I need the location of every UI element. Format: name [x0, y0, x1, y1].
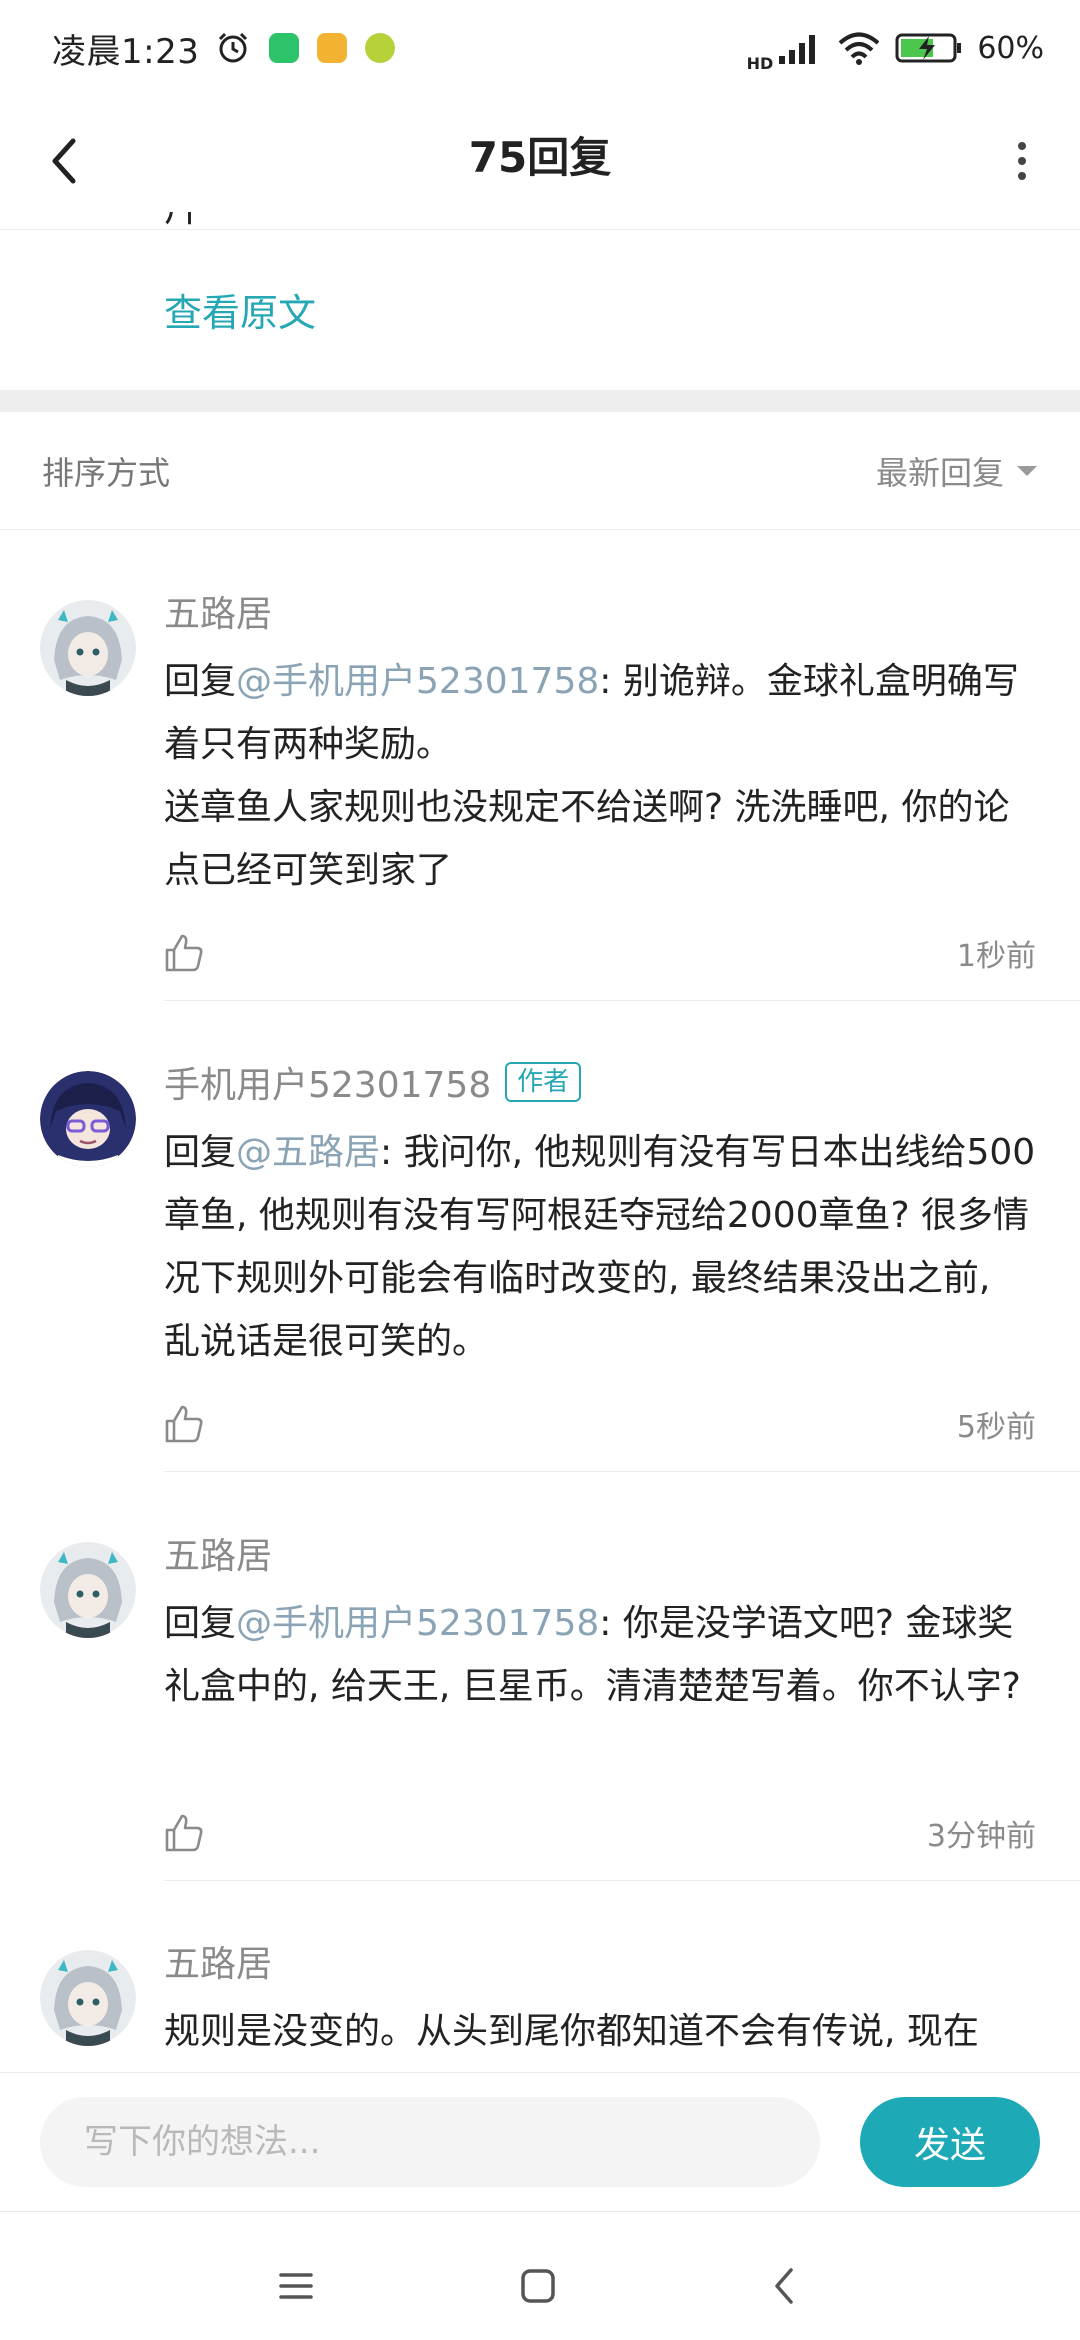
status-time: 凌晨1:23: [52, 31, 200, 72]
system-nav-bar: [0, 2212, 1080, 2340]
comment-text: 规则是没变的。从头到尾你都知道不会有传说, 现在: [164, 2011, 979, 2052]
comment-text: 回复@手机用户52301758: 别诡辩。金球礼盒明确写着只有两种奖励。 送章鱼…: [164, 661, 1019, 891]
comment-text: 回复@五路居: 我问你, 他规则有没有写日本出线给500章鱼, 他规则有没有写阿…: [164, 1132, 1036, 1362]
page-title: 75回复: [468, 133, 612, 182]
author-badge: 作者: [505, 1062, 582, 1102]
comment-text: 回复@手机用户52301758: 你是没学语文吧? 金球奖礼盒中的, 给天王, …: [164, 1603, 1021, 1707]
back-arrow-icon: [775, 2268, 793, 2304]
system-back-button[interactable]: [754, 2256, 814, 2316]
comment-username[interactable]: 手机用户52301758: [164, 1056, 491, 1108]
comment-time: 1秒前: [956, 939, 1036, 974]
sort-selected-value: 最新回复: [875, 453, 1004, 492]
sort-dropdown[interactable]: 最新回复: [876, 448, 1038, 494]
home-button[interactable]: [508, 2256, 568, 2316]
mention-link[interactable]: @手机用户52301758: [236, 1603, 599, 1644]
menu-icon: [279, 2273, 313, 2299]
battery-percent: 60%: [977, 30, 1044, 66]
avatar[interactable]: [40, 1071, 136, 1167]
caret-down-icon: [1017, 465, 1037, 476]
avatar[interactable]: [40, 1542, 136, 1638]
wechat-icon: [269, 33, 300, 63]
avatar[interactable]: [40, 600, 136, 696]
comment-username[interactable]: 五路居: [164, 1935, 272, 1987]
comment-username[interactable]: 五路居: [164, 1527, 272, 1579]
sort-bar: 排序方式 最新回复: [0, 412, 1080, 530]
send-button[interactable]: 发送: [860, 2097, 1040, 2187]
signal-icon: [779, 35, 816, 64]
mention-link[interactable]: @手机用户52301758: [236, 661, 599, 702]
post-text-cutoff: 片: [164, 212, 200, 242]
mention-link[interactable]: @五路居: [236, 1132, 380, 1173]
sort-label: 排序方式: [42, 453, 171, 492]
comment-item: 五路居 规则是没变的。从头到尾你都知道不会有传说, 现在: [0, 1880, 1080, 2072]
system-status-icons: HD 60%: [747, 24, 1044, 73]
comment-composer: 发送: [0, 2072, 1080, 2212]
comment-divider: [164, 1471, 1080, 1472]
alarm-icon: [219, 32, 248, 63]
view-original-link[interactable]: 查看原文: [164, 282, 316, 337]
mail-icon: [317, 33, 348, 63]
comment-time: 5秒前: [956, 1410, 1036, 1445]
thumbs-up-icon[interactable]: [164, 933, 204, 973]
thumbs-up-icon[interactable]: [164, 1813, 204, 1853]
more-options-button[interactable]: [992, 126, 1052, 196]
app-notification-icon: [365, 33, 396, 63]
section-divider: [0, 390, 1080, 412]
hd-label: HD: [746, 53, 774, 73]
comment-username[interactable]: 五路居: [164, 585, 272, 637]
top-nav-bar: 75回复: [0, 96, 1080, 230]
comment-input[interactable]: [40, 2097, 820, 2187]
recent-apps-button[interactable]: [266, 2256, 326, 2316]
home-square-icon: [521, 2269, 555, 2303]
notification-icons: [215, 30, 396, 66]
wifi-icon: [838, 32, 880, 65]
comment-time: 3分钟前: [926, 1819, 1036, 1854]
avatar[interactable]: [40, 1950, 136, 2046]
battery-charging-icon: [895, 33, 962, 63]
comment-divider: [164, 1000, 1080, 1001]
status-bar: 凌晨1:23 HD 60%: [0, 0, 1080, 96]
more-vertical-icon: [1018, 142, 1026, 180]
thumbs-up-icon[interactable]: [164, 1404, 204, 1444]
